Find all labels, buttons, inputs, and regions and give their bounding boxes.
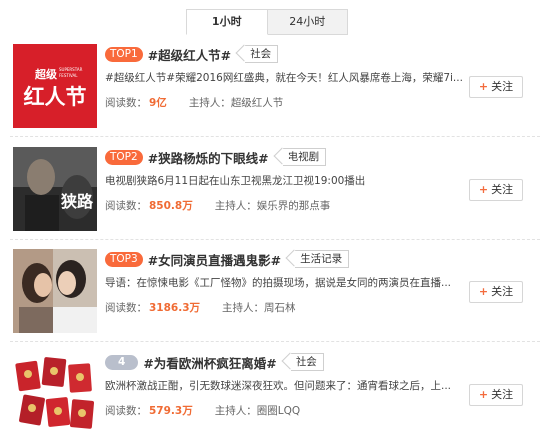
follow-label: 关注 [491,80,514,93]
read-count-label: 阅读数： [105,405,147,417]
follow-label: 关注 [491,183,514,196]
topic-title-row: TOP1 #超级红人节# 社会 [105,45,279,64]
topic-title-link[interactable]: #超级红人节# [148,45,231,64]
read-count: 579.3万 [149,405,193,417]
host-name-link[interactable]: 超级红人节 [231,97,284,109]
topic-title-row: TOP3 #女同演员直播遇鬼影# 生活记录 [105,250,350,269]
plus-icon: + [478,285,489,298]
follow-button[interactable]: + 关注 [469,179,523,201]
rank-badge: TOP2 [105,149,143,165]
svg-text:FESTIVAL: FESTIVAL [59,73,78,78]
category-tag[interactable]: 社会 [290,353,324,371]
topic-title-row: TOP2 #狭路杨烁的下眼线# 电视剧 [105,148,327,167]
follow-label: 关注 [491,285,514,298]
hot-topic-item: TOP3 #女同演员直播遇鬼影# 生活记录 导语：在惊悚电影《工厂怪物》的拍摄现… [0,249,550,345]
tab-24-hours[interactable]: 24小时 [267,9,348,35]
two-actresses-photo-icon[interactable] [13,249,97,333]
host-name-link[interactable]: 圈圈LQQ [257,405,300,417]
item-divider [10,136,540,137]
host-label: 主持人： [214,200,257,212]
topic-description: 电视剧狭路6月11日起在山东卫视黑龙江卫视19:00播出 [105,175,366,187]
read-count-label: 阅读数： [105,302,147,314]
host-label: 主持人： [222,302,265,314]
follow-button[interactable]: + 关注 [469,76,523,98]
plus-icon: + [478,183,489,196]
topic-title-link[interactable]: #为看欧洲杯疯狂离婚# [143,353,276,372]
follow-label: 关注 [491,388,514,401]
read-count: 3186.3万 [149,302,201,314]
tab-1-hour[interactable]: 1小时 [186,9,268,35]
category-tag[interactable]: 社会 [245,45,279,63]
topic-meta: 阅读数： 3186.3万 主持人：周石林 [105,300,296,315]
superstar-festival-logo-icon[interactable]: 超级 SUPERSTAR FESTIVAL 红人节 [13,44,97,128]
topic-title-row: 4 #为看欧洲杯疯狂离婚# 社会 [105,353,324,371]
hot-topic-item: 超级 SUPERSTAR FESTIVAL 红人节 TOP1 #超级红人节# 社… [0,44,550,140]
hot-topic-item: 狭路 TOP2 #狭路杨烁的下眼线# 电视剧 电视剧狭路6月11日起在山东卫视黑… [0,147,550,243]
read-count: 850.8万 [149,200,193,212]
read-count-label: 阅读数： [105,200,147,212]
rank-badge: TOP3 [105,251,143,267]
plus-icon: + [478,80,489,93]
topic-meta: 阅读数： 579.3万 主持人：圈圈LQQ [105,403,300,418]
topic-description: 导语：在惊悚电影《工厂怪物》的拍摄现场，据说是女同的两演员在直播... [105,277,452,289]
follow-button[interactable]: + 关注 [469,384,523,406]
host-label: 主持人： [214,405,257,417]
read-count: 9亿 [149,97,167,109]
item-divider [10,341,540,342]
time-range-tabs: 1小时 24小时 [186,9,348,35]
rank-badge: 4 [105,354,139,370]
topic-description: #超级红人节#荣耀2016网红盛典，就在今天！红人风暴席卷上海，荣耀7i... [105,72,463,84]
read-count-label: 阅读数： [105,97,147,109]
marriage-certificates-photo-icon[interactable] [13,352,97,436]
host-name-link[interactable]: 娱乐界的那点事 [257,200,331,212]
topic-title-link[interactable]: #狭路杨烁的下眼线# [148,148,269,167]
host-name-link[interactable]: 周石林 [264,302,296,314]
item-divider [10,239,540,240]
topic-title-link[interactable]: #女同演员直播遇鬼影# [148,250,281,269]
rank-badge: TOP1 [105,46,143,62]
svg-text:狭路: 狭路 [60,192,94,211]
hot-topic-item: 4 #为看欧洲杯疯狂离婚# 社会 欧洲杯激战正酣，引无数球迷深夜狂欢。但问题来了… [0,352,550,448]
follow-button[interactable]: + 关注 [469,281,523,303]
topic-meta: 阅读数： 9亿 主持人：超级红人节 [105,95,283,110]
svg-text:红人节: 红人节 [24,85,87,109]
svg-text:SUPERSTAR: SUPERSTAR [59,67,83,72]
plus-icon: + [478,388,489,401]
drama-poster-icon[interactable]: 狭路 [13,147,97,231]
topic-meta: 阅读数： 850.8万 主持人：娱乐界的那点事 [105,198,330,213]
category-tag[interactable]: 电视剧 [282,148,327,166]
svg-text:超级: 超级 [34,67,58,81]
host-label: 主持人： [188,97,231,109]
topic-description: 欧洲杯激战正酣，引无数球迷深夜狂欢。但问题来了：通宵看球之后，上... [105,380,452,392]
category-tag[interactable]: 生活记录 [295,250,350,268]
